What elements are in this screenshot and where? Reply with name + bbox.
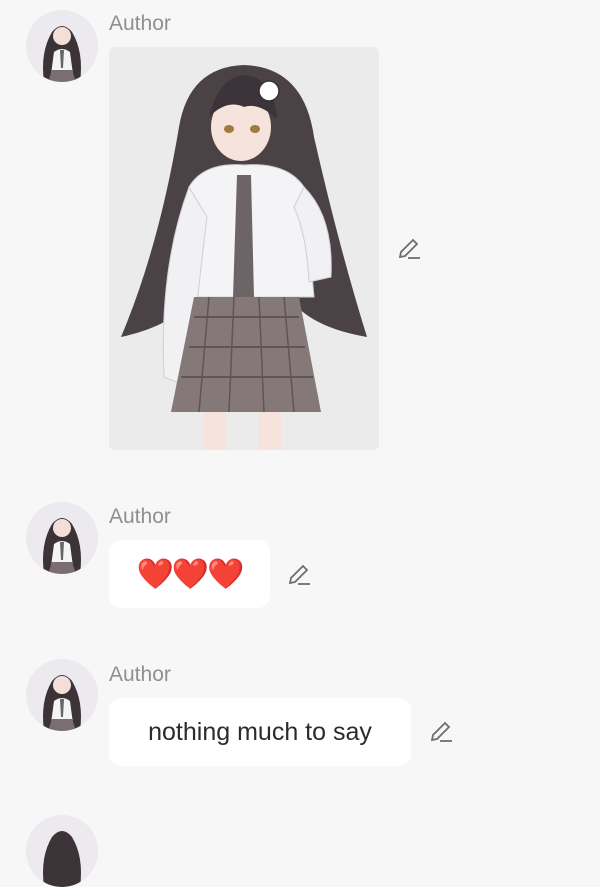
author-name: Author [109,663,171,686]
shared-image[interactable] [109,47,379,450]
edit-icon[interactable] [428,719,454,745]
avatar[interactable] [26,10,98,82]
edit-icon[interactable] [396,236,422,262]
avatar[interactable] [26,815,98,887]
avatar[interactable] [26,502,98,574]
author-name: Author [109,505,171,528]
message-bubble[interactable]: ❤️❤️❤️ [109,540,270,608]
author-name: Author [109,12,171,35]
message-bubble[interactable]: nothing much to say [109,698,411,766]
edit-icon[interactable] [286,562,312,588]
avatar[interactable] [26,659,98,731]
